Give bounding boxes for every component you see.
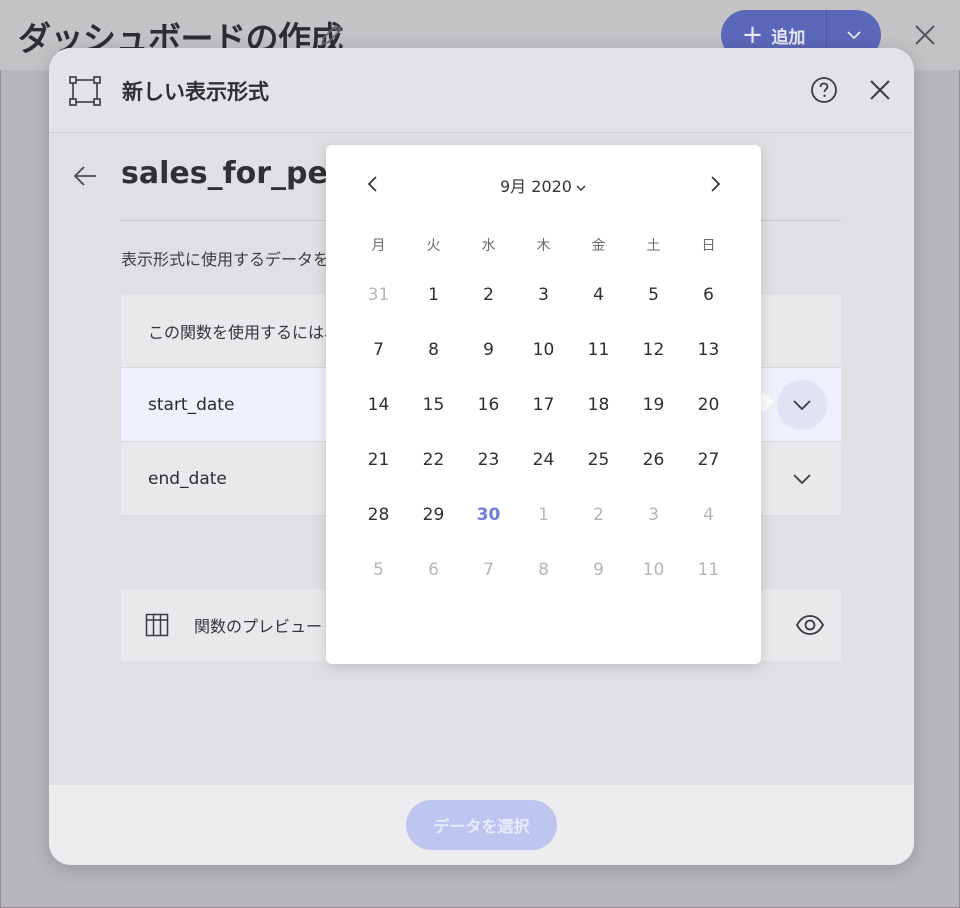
month-year-selector[interactable]: 9月 2020 — [326, 173, 761, 197]
calendar-day[interactable]: 7 — [351, 322, 406, 377]
weekday-label: 月 — [371, 238, 386, 254]
expand-button[interactable] — [777, 380, 827, 430]
eye-icon[interactable] — [795, 611, 825, 639]
calendar-day[interactable]: 3 — [516, 267, 571, 322]
calendar-day[interactable]: 1 — [406, 267, 461, 322]
help-icon[interactable] — [810, 76, 838, 104]
calendar-day[interactable]: 28 — [351, 487, 406, 542]
parameter-name: start_date — [148, 394, 235, 415]
instruction-text: 表示形式に使用するデータを選 — [121, 250, 346, 269]
calendar-day[interactable]: 8 — [406, 322, 461, 377]
calendar-day[interactable]: 25 — [571, 432, 626, 487]
calendar-day[interactable]: 21 — [351, 432, 406, 487]
calendar-day[interactable]: 24 — [516, 432, 571, 487]
weekday-label: 火 — [426, 238, 441, 254]
next-month-icon[interactable] — [704, 173, 726, 195]
plus-icon: + — [741, 20, 764, 50]
calendar-day[interactable]: 27 — [681, 432, 736, 487]
expand-button[interactable] — [777, 454, 827, 504]
select-data-button[interactable]: データを選択 — [406, 800, 557, 850]
calendar-day[interactable]: 20 — [681, 377, 736, 432]
calendar-day[interactable]: 18 — [571, 377, 626, 432]
weekday-header: 月 火 水 木 金 土 日 — [351, 235, 736, 255]
dialog-header: 新しい表示形式 — [49, 48, 914, 133]
back-arrow-icon[interactable] — [71, 162, 99, 190]
calendar-day[interactable]: 29 — [406, 487, 461, 542]
calendar-day-today[interactable]: 30 — [461, 487, 516, 542]
calendar-day[interactable]: 16 — [461, 377, 516, 432]
calendar-day[interactable]: 10 — [626, 542, 681, 597]
add-button-label: 追加 — [771, 27, 806, 48]
calendar-day[interactable]: 11 — [571, 322, 626, 377]
close-icon[interactable] — [866, 76, 894, 104]
visualization-frame-icon — [69, 76, 101, 106]
calendar-day[interactable]: 6 — [681, 267, 736, 322]
calendar-day[interactable]: 14 — [351, 377, 406, 432]
calendar-day[interactable]: 5 — [351, 542, 406, 597]
preview-label: 関数のプレビュー — [194, 617, 323, 636]
calendar-day[interactable]: 22 — [406, 432, 461, 487]
calendar-day[interactable]: 8 — [516, 542, 571, 597]
parameter-name: end_date — [148, 468, 227, 489]
date-picker-popup: 9月 2020 月 火 水 木 金 土 日 31 1 2 3 4 5 6 7 8 9 10 11 12 1… — [326, 145, 761, 664]
weekday-label: 日 — [701, 238, 716, 254]
calendar-day[interactable]: 11 — [681, 542, 736, 597]
month-year-label: 9月 2020 — [500, 177, 572, 196]
calendar-day[interactable]: 7 — [461, 542, 516, 597]
table-grid-icon — [145, 613, 169, 637]
calendar-day[interactable]: 15 — [406, 377, 461, 432]
calendar-day-grid: 31 1 2 3 4 5 6 7 8 9 10 11 12 13 14 15 16 17 18 19 20 21 22 23 2… — [351, 267, 736, 597]
edit-pencil-icon[interactable] — [316, 20, 346, 50]
weekday-label: 木 — [536, 238, 551, 254]
calendar-day[interactable]: 9 — [461, 322, 516, 377]
calendar-day[interactable]: 13 — [681, 322, 736, 377]
calendar-day[interactable]: 6 — [406, 542, 461, 597]
calendar-day[interactable]: 3 — [626, 487, 681, 542]
calendar-day[interactable]: 23 — [461, 432, 516, 487]
calendar-day[interactable]: 12 — [626, 322, 681, 377]
chevron-down-icon — [793, 474, 811, 485]
calendar-day[interactable]: 4 — [681, 487, 736, 542]
weekday-label: 金 — [591, 238, 606, 254]
calendar-day[interactable]: 5 — [626, 267, 681, 322]
calendar-day[interactable]: 10 — [516, 322, 571, 377]
calendar-day[interactable]: 4 — [571, 267, 626, 322]
close-icon[interactable] — [910, 20, 940, 50]
chevron-down-icon — [793, 400, 811, 411]
calendar-day[interactable]: 2 — [461, 267, 516, 322]
weekday-label: 土 — [646, 238, 661, 254]
calendar-day[interactable]: 26 — [626, 432, 681, 487]
calendar-day[interactable]: 17 — [516, 377, 571, 432]
dialog-title: 新しい表示形式 — [122, 80, 269, 104]
calendar-day[interactable]: 31 — [351, 267, 406, 322]
chevron-down-icon — [576, 184, 586, 191]
weekday-label: 水 — [481, 238, 496, 254]
chevron-down-icon — [847, 31, 861, 40]
calendar-day[interactable]: 19 — [626, 377, 681, 432]
calendar-day[interactable]: 9 — [571, 542, 626, 597]
dialog-footer: データを選択 — [49, 785, 914, 865]
calendar-day[interactable]: 2 — [571, 487, 626, 542]
calendar-day[interactable]: 1 — [516, 487, 571, 542]
